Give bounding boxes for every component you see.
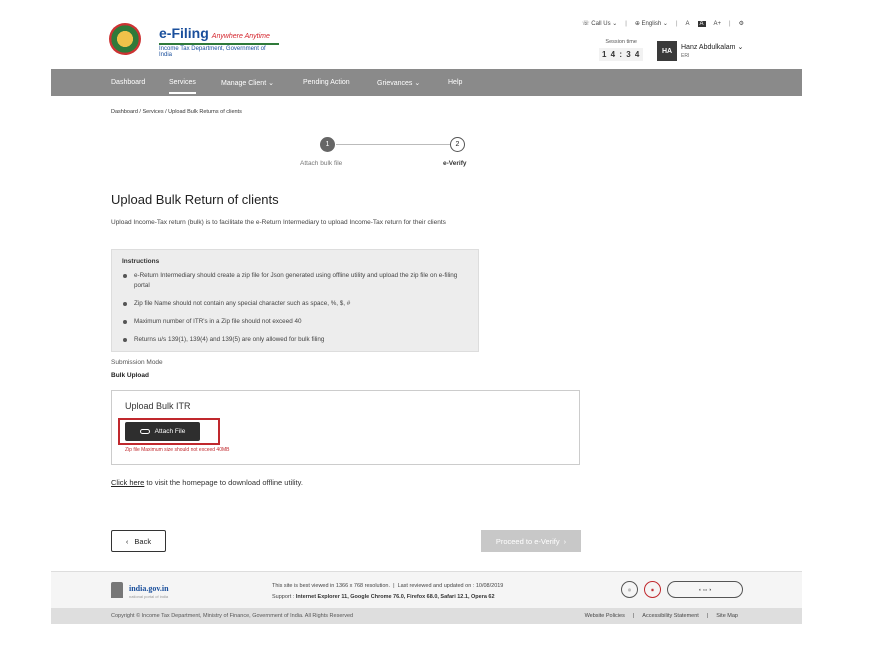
breadcrumb[interactable]: Dashboard / Services / Upload Bulk Retur… [111,109,242,115]
font-decrease-button[interactable]: A [686,21,690,27]
site-map-link[interactable]: Site Map [716,613,738,619]
header: e-Filing Anywhere Anytime Income Tax Depa… [51,0,802,69]
footer-links: Website Policies | Accessibility Stateme… [585,613,738,619]
submission-mode-label: Submission Mode [111,359,163,366]
support-label: Support : [272,594,296,600]
upload-title: Upload Bulk ITR [125,401,191,411]
divider: | [729,20,731,27]
copyright-bar: Copyright © Income Tax Department, Minis… [51,608,802,624]
accessibility-statement-link[interactable]: Accessibility Statement [642,613,699,619]
globe-icon: ⊕ [634,21,640,27]
india-gov-link[interactable]: india.gov.in [129,584,169,593]
chevron-down-icon: ⌄ [612,21,618,27]
call-us-link[interactable]: ☏ Call Us ⌄ [582,20,617,27]
session-timer: Session time 1 4 : 3 4 [599,39,644,61]
chevron-down-icon: ⌄ [662,21,668,27]
top-utility-links: ☏ Call Us ⌄ | ⊕ English ⌄ | A A A+ | ⚙ [582,20,744,27]
last-reviewed-text: Last reviewed and updated on : 10/08/201… [397,583,504,589]
step-2-indicator: 2 [450,137,465,152]
footer-info: This site is best viewed in 1366 x 768 r… [272,583,504,600]
phone-icon: ☏ [582,21,590,27]
instruction-item: e-Return Intermediary should create a zi… [122,271,468,291]
india-emblem-icon [111,582,123,598]
copyright-text: Copyright © Income Tax Department, Minis… [111,613,354,619]
chevron-left-icon: ‹ [125,536,129,546]
step-2-label: e-Verify [443,160,467,167]
avatar[interactable]: HA [657,41,677,61]
nav-item-grievances[interactable]: Grievances ⌄ [377,79,420,87]
chevron-right-icon: › [563,536,567,546]
logo-subtitle: Income Tax Department, Government of Ind… [159,43,279,58]
website-policies-link[interactable]: Website Policies [585,613,625,619]
accessibility-badge-icon: ◐ ▭ ◑ [667,581,743,598]
submission-mode-value: Bulk Upload [111,372,149,379]
emblem-icon [109,23,141,55]
step-1-indicator: 1 [320,137,335,152]
nav-item-help[interactable]: Help [448,79,462,86]
attach-file-label: Attach File [154,428,186,435]
attach-file-button[interactable]: Attach File [125,422,200,441]
instructions-title: Instructions [122,258,160,265]
logo-title: e-Filing [159,25,209,41]
chevron-down-icon: ⌄ [268,80,274,87]
efiling-logo[interactable]: e-Filing Anywhere Anytime Income Tax Depa… [109,23,279,58]
step-1-label: Attach bulk file [300,160,343,167]
back-button[interactable]: ‹ Back [111,530,166,552]
chevron-down-icon: ⌄ [737,44,744,51]
logo-tagline: Anywhere Anytime [211,33,270,40]
language-select[interactable]: ⊕ English ⌄ [635,20,668,27]
back-label: Back [134,536,152,546]
india-gov-subtitle: national portal of india [129,594,169,599]
stepper-line [336,144,450,145]
paperclip-icon [139,429,150,434]
user-role: ERI [681,53,690,59]
session-time: 1 4 : 3 4 [599,48,644,61]
nav-item-services[interactable]: Services [169,79,196,94]
nav-item-manage-client[interactable]: Manage Client ⌄ [221,79,274,87]
font-normal-button[interactable]: A [697,20,706,27]
instruction-item: Returns u/s 139(1), 139(4) and 139(5) ar… [122,335,468,345]
font-increase-button[interactable]: A+ [714,21,722,27]
certification-badge-icon: ◎ [621,581,638,598]
page-title: Upload Bulk Return of clients [111,192,279,207]
settings-icon[interactable]: ⚙ [739,20,744,27]
instruction-item: Maximum number of ITR's in a Zip file sh… [122,317,468,327]
page-description: Upload Income-Tax return (bulk) is to fa… [111,219,446,226]
best-viewed-text: This site is best viewed in 1366 x 768 r… [272,583,391,589]
instructions-panel: Instructions e-Return Intermediary shoul… [111,249,479,352]
divider: | [706,613,709,619]
session-label: Session time [605,39,637,45]
upload-size-hint: Zip file Maximum size should not exceed … [125,447,230,453]
instruction-item: Zip file Name should not contain any spe… [122,299,468,309]
user-name: Hanz Abdulkalam [681,44,736,51]
user-menu[interactable]: Hanz Abdulkalam ⌄ ERI [681,43,743,59]
support-browsers: Internet Explorer 11, Google Chrome 76.0… [295,594,495,600]
offline-utility-text: to visit the homepage to download offlin… [144,478,303,487]
offline-utility-note: Click here to visit the homepage to down… [111,478,303,487]
certification-badges: ◎ ◉ ◐ ▭ ◑ [621,581,743,598]
nav-item-dashboard[interactable]: Dashboard [111,79,145,86]
nav-item-pending-action[interactable]: Pending Action [303,79,350,86]
footer: india.gov.in national portal of india Th… [51,571,802,608]
certification-badge-icon: ◉ [644,581,661,598]
click-here-link[interactable]: Click here [111,478,144,487]
chevron-down-icon: ⌄ [414,80,421,87]
upload-bulk-itr-card: Upload Bulk ITR Attach File Zip file Max… [111,390,580,465]
divider: | [675,20,678,27]
proceed-to-everify-button[interactable]: Proceed to e-Verify › [481,530,581,552]
instructions-list: e-Return Intermediary should create a zi… [122,271,468,345]
divider: | [632,613,635,619]
proceed-label: Proceed to e-Verify [495,536,560,546]
main-nav: Dashboard Services Manage Client ⌄ Pendi… [51,69,802,96]
divider: | [625,20,627,27]
